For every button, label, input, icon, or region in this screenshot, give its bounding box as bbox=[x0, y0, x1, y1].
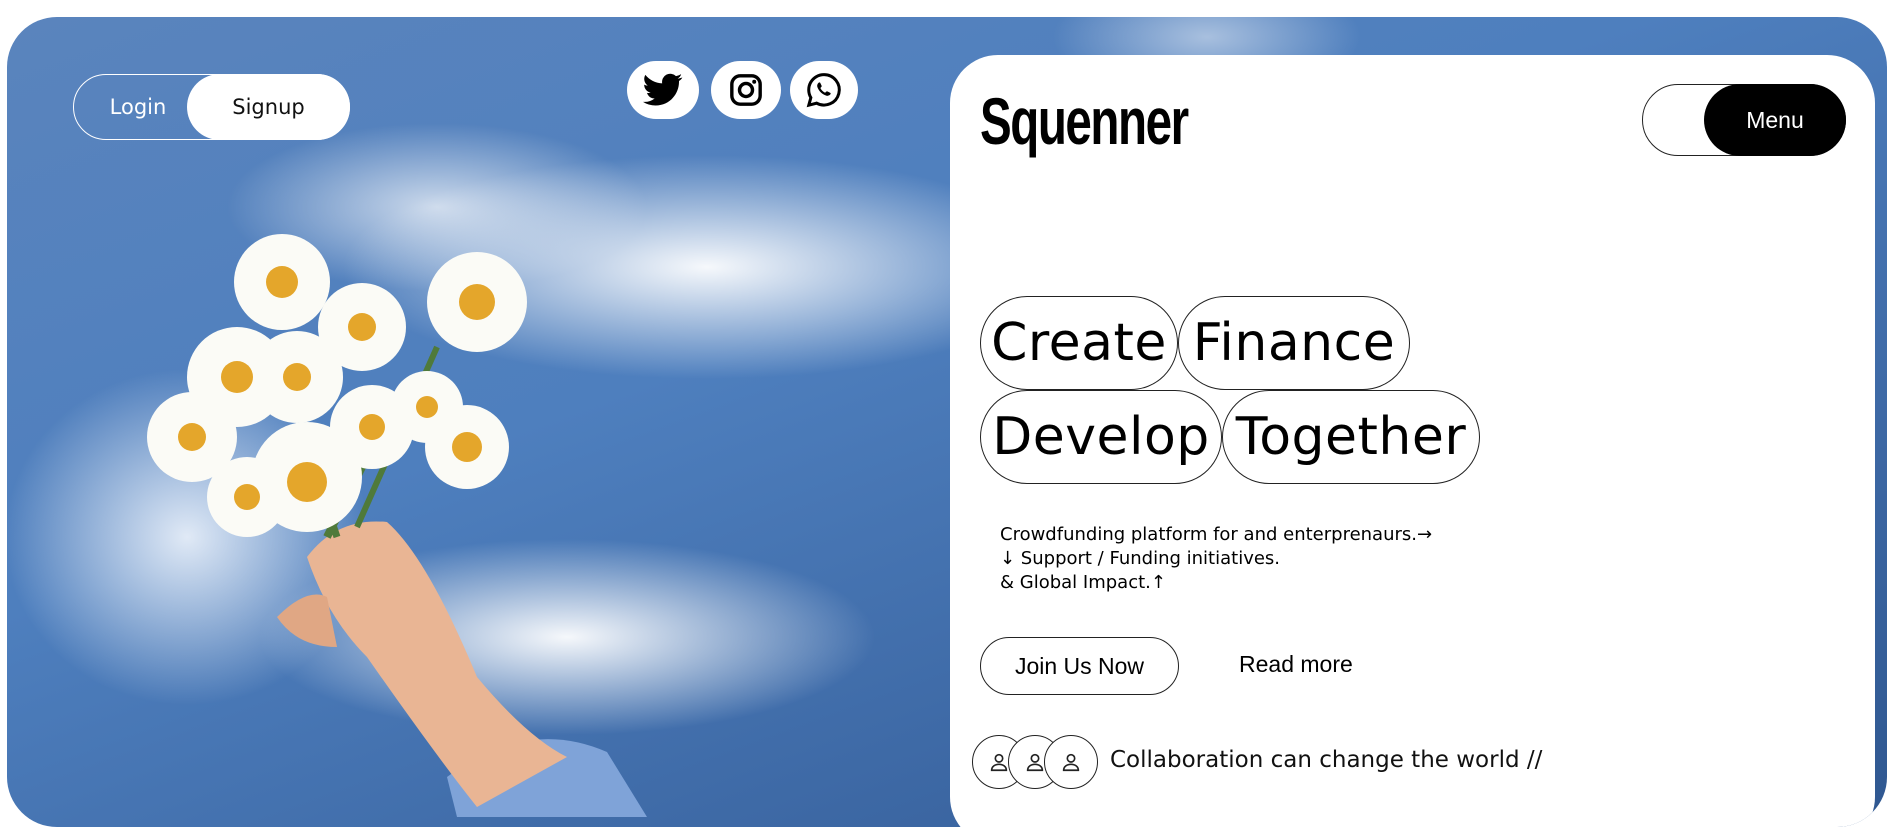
headline-pill-develop: Develop bbox=[980, 390, 1222, 484]
description-line: & Global Impact.↑ bbox=[1000, 572, 1166, 593]
description-line: ↓ Support / Funding initiatives. bbox=[1000, 548, 1281, 569]
headline-pill-together: Together bbox=[1222, 390, 1480, 484]
brand-logo: Squenner bbox=[980, 84, 1189, 158]
user-icon bbox=[1062, 753, 1080, 772]
twitter-icon bbox=[643, 73, 683, 106]
hero-banner: Login Signup Squenner Menu Create Financ… bbox=[7, 17, 1887, 827]
avatar-group bbox=[972, 735, 1102, 789]
read-more-link[interactable]: Read more bbox=[1239, 651, 1353, 678]
avatar bbox=[1044, 735, 1098, 789]
headline-pill-create: Create bbox=[980, 296, 1178, 390]
whatsapp-button[interactable] bbox=[790, 61, 858, 119]
description: Crowdfunding platform for and enterprena… bbox=[1000, 523, 1432, 595]
collaboration-text: Collaboration can change the world // bbox=[1110, 747, 1543, 773]
instagram-icon bbox=[730, 74, 762, 106]
user-icon bbox=[1026, 753, 1044, 772]
menu-button[interactable]: Menu bbox=[1704, 84, 1846, 156]
auth-toggle: Login Signup bbox=[73, 74, 350, 140]
login-button[interactable]: Login bbox=[74, 75, 202, 138]
user-icon bbox=[990, 753, 1008, 772]
headline-pill-finance: Finance bbox=[1178, 296, 1410, 390]
join-us-button[interactable]: Join Us Now bbox=[980, 637, 1179, 695]
menu-toggle[interactable]: Menu bbox=[1642, 84, 1846, 156]
twitter-button[interactable] bbox=[627, 61, 699, 119]
signup-button[interactable]: Signup bbox=[187, 74, 350, 140]
hero-card: Squenner Menu Create Finance Develop Tog… bbox=[950, 55, 1875, 827]
description-line: Crowdfunding platform for and enterprena… bbox=[1000, 524, 1433, 545]
whatsapp-icon bbox=[806, 73, 841, 108]
instagram-button[interactable] bbox=[711, 61, 781, 119]
